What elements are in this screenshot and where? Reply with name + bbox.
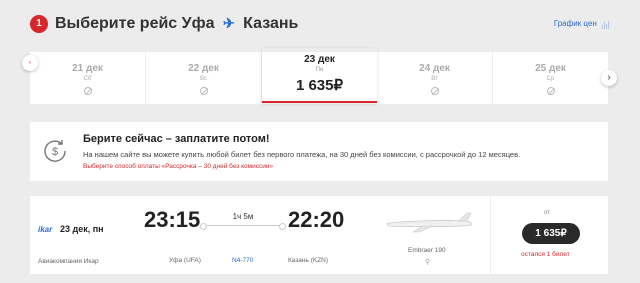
price-prefix: от: [544, 210, 550, 216]
seats-left-label: остался 1 билет: [521, 251, 570, 258]
airplane-icon: ✈: [222, 15, 235, 31]
svg-text:$: $: [52, 146, 58, 158]
date-tab[interactable]: 21 дек Сб: [30, 52, 146, 104]
title-prefix: Выберите рейс: [55, 15, 178, 32]
price-schedule-link[interactable]: График цен: [554, 19, 610, 29]
weekday-label: Сб: [83, 76, 92, 82]
date-label: 23 дек: [304, 54, 335, 65]
next-date-button[interactable]: ›: [601, 70, 617, 86]
promo-text: На нашем сайте вы можете купить любой би…: [83, 150, 521, 159]
departure-time: 23:15: [144, 207, 201, 232]
airline-name: Авиакомпания Икар: [38, 258, 99, 265]
prev-date-button[interactable]: ‹: [22, 55, 38, 71]
destination-city: Казань: [243, 15, 299, 32]
date-price: 1 635₽: [295, 77, 344, 94]
weekday-label: Пн: [315, 67, 324, 73]
flight-card[interactable]: ikar 23 дек, пн Авиакомпания Икар 23:15 …: [30, 196, 608, 274]
selected-underline: [262, 101, 377, 103]
date-tab[interactable]: 22 дек Вс: [146, 52, 262, 104]
promo-heading: Берите сейчас – заплатите потом!: [83, 133, 270, 145]
unavailable-icon: [199, 87, 208, 95]
airline-logo: ikar: [38, 225, 53, 234]
step-badge: 1: [30, 15, 48, 33]
date-selector: 21 дек Сб 22 дек Вс 23 дек Пн 1 635₽ 24 …: [30, 52, 608, 104]
flight-date: 23 дек, пн: [60, 224, 104, 234]
unavailable-icon: [546, 87, 555, 95]
price-schedule-label: График цен: [553, 19, 597, 28]
page-header: 1 Выберите рейс Уфа ✈ Казань График цен: [30, 14, 610, 36]
installment-promo: $ Берите сейчас – заплатите потом! На на…: [30, 122, 608, 181]
date-label: 25 дек: [535, 63, 566, 74]
weekday-label: Ср: [546, 76, 555, 82]
promo-payment-link[interactable]: Выберите способ оплаты «Рассрочка – 30 д…: [83, 163, 273, 170]
card-divider: [490, 196, 491, 274]
bar-chart-icon: [602, 20, 610, 29]
date-tab[interactable]: 24 дек Вт: [377, 52, 493, 104]
page-title: Выберите рейс Уфа ✈ Казань: [55, 15, 298, 33]
arrival-airport: Казань (KZN): [288, 257, 329, 264]
clock-dollar-icon: $: [44, 140, 66, 162]
unavailable-icon: [430, 87, 439, 95]
flight-number[interactable]: N4-770: [232, 257, 253, 264]
date-tab-selected[interactable]: 23 дек Пн 1 635₽: [262, 48, 377, 103]
aircraft-image: [386, 212, 472, 233]
arrival-time: 22:20: [288, 207, 345, 232]
weekday-label: Вт: [431, 76, 438, 82]
unavailable-icon: [83, 87, 92, 95]
date-label: 24 дек: [419, 63, 450, 74]
aircraft-name: Embraer 190: [408, 247, 446, 254]
seat-icon: ⚲: [425, 259, 431, 266]
date-tab[interactable]: 25 дек Ср: [493, 52, 608, 104]
buy-price-button[interactable]: 1 635₽: [522, 223, 580, 244]
weekday-label: Вс: [199, 76, 207, 82]
date-label: 22 дек: [188, 63, 219, 74]
flight-duration: 1ч 5м: [232, 212, 254, 221]
date-label: 21 дек: [72, 63, 103, 74]
departure-airport: Уфа (UFA): [169, 257, 201, 264]
origin-city: Уфа: [181, 15, 215, 32]
duration-line: [200, 223, 286, 230]
